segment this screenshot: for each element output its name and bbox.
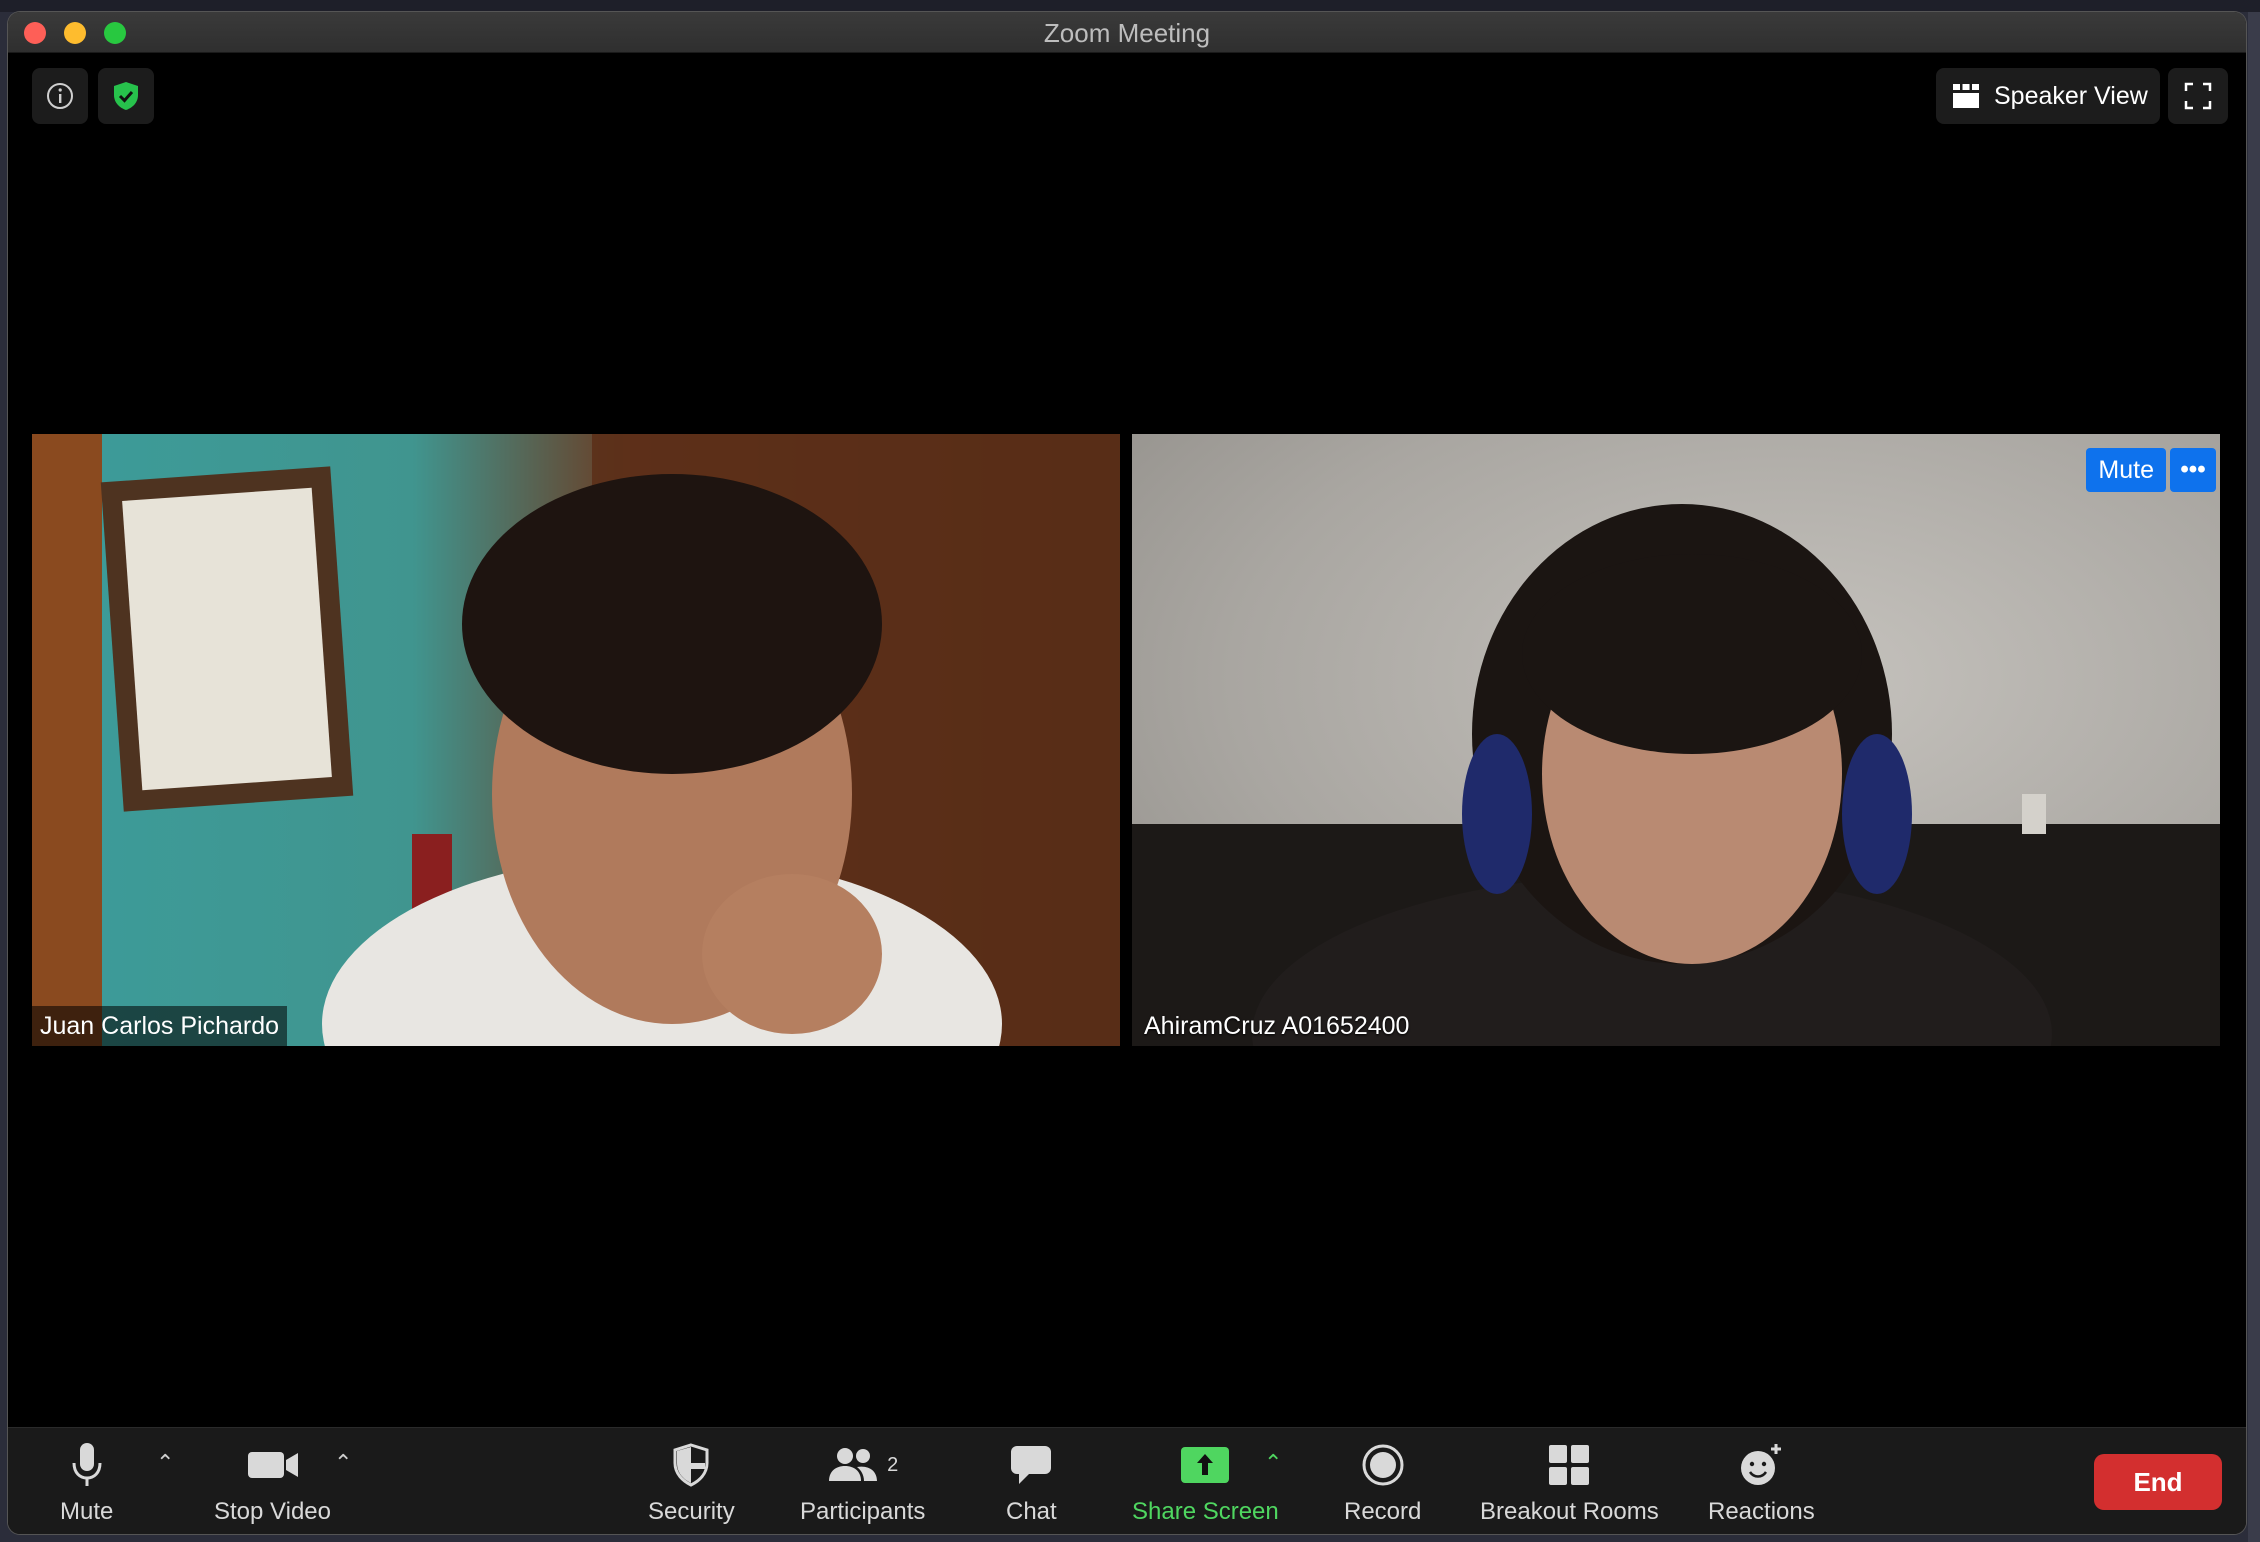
- desktop-background: [2248, 12, 2260, 1542]
- participants-icon: [829, 1448, 878, 1481]
- reactions-icon: [1741, 1444, 1782, 1485]
- zoom-window: Zoom Meeting Speaker View Juan Carlos Pi…: [8, 12, 2246, 1534]
- stop-video-button[interactable]: Stop Video: [214, 1440, 331, 1526]
- chat-label: Chat: [1006, 1498, 1057, 1525]
- breakout-rooms-button[interactable]: Breakout Rooms: [1480, 1440, 1659, 1526]
- participants-count: 2: [887, 1453, 899, 1476]
- grid-view-icon: [1953, 84, 1979, 108]
- share-options-caret[interactable]: ⌃: [1264, 1450, 1282, 1476]
- participant-name: AhiramCruz A01652400: [1144, 1011, 1410, 1040]
- record-button[interactable]: Record: [1344, 1440, 1421, 1526]
- video-tile-juan[interactable]: Juan Carlos Pichardo: [32, 434, 1120, 1046]
- window-title: Zoom Meeting: [1043, 18, 1211, 48]
- fullscreen-button[interactable]: [2168, 68, 2228, 124]
- info-icon: [47, 83, 73, 109]
- meeting-info-button[interactable]: [32, 68, 88, 124]
- fullscreen-icon: [2184, 82, 2212, 110]
- shield-check-icon: [114, 82, 138, 110]
- share-screen-label: Share Screen: [1132, 1498, 1279, 1525]
- breakout-rooms-icon: [1549, 1445, 1590, 1485]
- audio-options-caret[interactable]: ⌃: [156, 1450, 174, 1476]
- reactions-button[interactable]: Reactions: [1708, 1440, 1815, 1526]
- title-bar: Zoom Meeting: [8, 12, 2246, 53]
- participant-name: Juan Carlos Pichardo: [32, 1006, 288, 1046]
- microphone-icon: [72, 1443, 102, 1486]
- security-label: Security: [648, 1498, 735, 1525]
- record-icon: [1362, 1444, 1404, 1486]
- share-screen-icon: [1181, 1447, 1230, 1483]
- participant-video-image: [32, 434, 1120, 1046]
- breakout-rooms-label: Breakout Rooms: [1480, 1498, 1659, 1525]
- reactions-label: Reactions: [1708, 1498, 1815, 1525]
- video-options-caret[interactable]: ⌃: [334, 1450, 352, 1476]
- video-tile-ahiram[interactable]: Mute ••• AhiramCruz A01652400: [1132, 434, 2220, 1046]
- view-label: Speaker View: [1994, 81, 2148, 110]
- end-meeting-button[interactable]: End: [2094, 1454, 2222, 1510]
- meeting-toolbar: Mute ⌃ Stop Video ⌃ Security 2 Participa…: [8, 1427, 2246, 1534]
- stop-video-label: Stop Video: [214, 1498, 331, 1525]
- shield-icon: [673, 1443, 709, 1487]
- speaker-view-button[interactable]: Speaker View: [1936, 68, 2160, 124]
- desktop-menubar: [0, 0, 2260, 12]
- participants-label: Participants: [800, 1498, 926, 1525]
- mute-label: Mute: [60, 1498, 114, 1525]
- share-screen-button[interactable]: Share Screen: [1132, 1440, 1279, 1526]
- mute-button[interactable]: Mute: [60, 1440, 113, 1526]
- participant-mute-button[interactable]: Mute: [2086, 448, 2166, 492]
- participant-more-button[interactable]: •••: [2170, 448, 2216, 492]
- encryption-button[interactable]: [98, 68, 154, 124]
- participant-video-image: [1132, 504, 2220, 1046]
- chat-bubble-icon: [1011, 1446, 1052, 1484]
- security-button[interactable]: Security: [648, 1440, 735, 1526]
- video-camera-icon: [247, 1452, 298, 1478]
- participants-button[interactable]: 2 Participants: [800, 1440, 925, 1526]
- chat-button[interactable]: Chat: [1006, 1440, 1057, 1526]
- record-label: Record: [1344, 1498, 1422, 1525]
